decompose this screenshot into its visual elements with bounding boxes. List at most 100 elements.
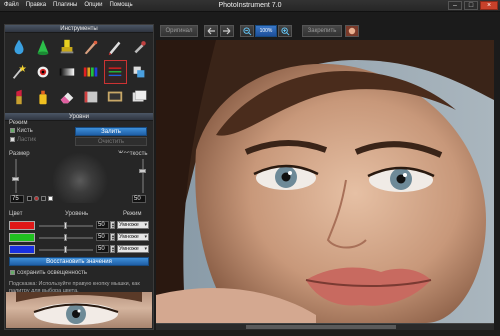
minimize-icon[interactable]: – [448, 1, 462, 10]
size-value-field[interactable]: 75 [10, 195, 24, 203]
channel-mode-select[interactable]: Умноже ▾ [117, 245, 149, 253]
navigator-thumbnail[interactable] [6, 292, 152, 328]
hardness-slider-knob[interactable] [139, 169, 146, 173]
sliders-icon[interactable] [103, 60, 127, 84]
zoom-out-icon[interactable] [240, 25, 254, 37]
channel-mode-value: Умноже [119, 246, 139, 252]
channel-level-slider[interactable] [39, 246, 93, 253]
channel-level-value[interactable]: 50 [96, 245, 109, 253]
zoom-controls: 100% [240, 24, 292, 38]
yellow-stamp-icon[interactable] [55, 35, 78, 59]
book-icon[interactable] [79, 85, 102, 109]
chevron-down-icon: ▾ [144, 222, 147, 228]
chevron-down-icon: ▾ [144, 246, 147, 252]
maximize-icon[interactable]: □ [464, 1, 478, 10]
tools-header: Инструменты [5, 25, 153, 33]
tv-icon[interactable] [104, 85, 127, 109]
left-panel: Инструменты Уровни Режим Кисть Ластик За… [4, 24, 154, 330]
menu-file[interactable]: Файл [4, 2, 19, 8]
channel-mode-select[interactable]: Умноже ▾ [117, 221, 149, 229]
channel-level-spinner[interactable]: ▲ ▼ [110, 221, 115, 229]
gradient-bar-icon[interactable] [55, 60, 78, 84]
menu-plugins[interactable]: Плагины [53, 2, 77, 8]
channel-level-spinner[interactable]: ▲ ▼ [110, 233, 115, 241]
channel-level-knob[interactable] [64, 234, 67, 241]
commit-button[interactable]: Закрепить [302, 25, 342, 37]
brush-shape-soft-icon[interactable] [34, 196, 39, 201]
undo-icon[interactable] [204, 25, 218, 37]
brush-radio[interactable]: Кисть [10, 128, 33, 134]
mode-label: Режим [9, 120, 28, 126]
chevron-down-icon: ▾ [144, 234, 147, 240]
menu-help[interactable]: Помощь [109, 2, 132, 8]
menu-options[interactable]: Опции [84, 2, 102, 8]
scrollbar-thumb[interactable] [246, 325, 396, 329]
size-slider-knob[interactable] [12, 177, 19, 181]
close-icon[interactable]: × [480, 1, 498, 10]
preserve-luminance-checkbox[interactable] [10, 270, 15, 275]
pen-icon[interactable] [104, 35, 127, 59]
channel-level-spinner[interactable]: ▲ ▼ [110, 245, 115, 253]
magic-wand-icon[interactable] [7, 60, 30, 84]
canvas-toolbar: Оригинал [160, 24, 198, 38]
hardness-value-field[interactable]: 50 [132, 195, 146, 203]
ok-icon[interactable] [345, 25, 359, 37]
eraser-checkbox[interactable] [10, 137, 15, 142]
brush-shape-square-icon[interactable] [41, 196, 46, 201]
eraser-label: Ластик [17, 137, 36, 144]
apply-button[interactable]: Залить [75, 127, 147, 136]
original-button[interactable]: Оригинал [160, 25, 198, 37]
channel-level-knob[interactable] [64, 222, 67, 229]
zoom-level[interactable]: 100% [255, 25, 277, 37]
portrait-photo [156, 40, 494, 323]
red-eye-icon[interactable] [31, 60, 54, 84]
image-canvas[interactable] [156, 40, 494, 323]
tool-grid [5, 33, 153, 111]
mode-column-label: Режим [123, 211, 142, 217]
presets-icon[interactable] [128, 85, 151, 109]
channel-level-value[interactable]: 50 [96, 233, 109, 241]
menu-bar: Файл Правка Плагины Опции Помощь [4, 2, 133, 8]
eyedropper-icon[interactable] [128, 35, 151, 59]
channel-mode-value: Умноже [119, 234, 139, 240]
preserve-luminance-option[interactable]: сохранить освещенность [10, 270, 87, 276]
yellow-bottle-icon[interactable] [31, 85, 54, 109]
restore-values-button[interactable]: Восстановить значения [9, 257, 149, 266]
color-column-label: Цвет [9, 211, 23, 217]
color-levels-icon[interactable] [79, 60, 102, 84]
channel-color-swatch[interactable] [9, 233, 35, 242]
hardness-slider[interactable] [139, 159, 146, 193]
brush-label: Кисть [17, 128, 33, 135]
title-bar: Файл Правка Плагины Опции Помощь PhotoIn… [0, 0, 500, 12]
channel-level-knob[interactable] [64, 246, 67, 253]
level-column-label: Уровень [65, 211, 89, 217]
clear-button[interactable]: Очистить [75, 137, 147, 146]
channel-mode-select[interactable]: Умноже ▾ [117, 233, 149, 241]
clone-icon[interactable] [128, 60, 151, 84]
brush-checkbox[interactable] [10, 128, 15, 133]
zoom-in-icon[interactable] [278, 25, 292, 37]
lipstick-icon[interactable] [7, 85, 30, 109]
preserve-luminance-label: сохранить освещенность [17, 270, 88, 277]
size-slider[interactable] [12, 159, 19, 193]
channel-mode-value: Умноже [119, 222, 139, 228]
eraser-radio[interactable]: Ластик [10, 137, 36, 143]
eye-thumbnail-image [16, 292, 142, 325]
history-buttons [204, 24, 234, 38]
water-drop-icon[interactable] [7, 35, 30, 59]
channel-color-swatch[interactable] [9, 245, 35, 254]
channel-level-slider[interactable] [39, 222, 93, 229]
size-label: Размер [9, 151, 30, 157]
brush-shape-round-icon[interactable] [27, 196, 32, 201]
channel-level-slider[interactable] [39, 234, 93, 241]
redo-icon[interactable] [220, 25, 234, 37]
menu-edit[interactable]: Правка [26, 2, 46, 8]
eraser-icon[interactable] [55, 85, 78, 109]
green-cone-icon[interactable] [31, 35, 54, 59]
brush-shape-white-icon[interactable] [48, 196, 53, 201]
channel-level-value[interactable]: 50 [96, 221, 109, 229]
channel-color-swatch[interactable] [9, 221, 35, 230]
save-controls: Закрепить [302, 24, 359, 38]
airbrush-icon[interactable] [79, 35, 102, 59]
horizontal-scrollbar[interactable] [156, 323, 494, 330]
